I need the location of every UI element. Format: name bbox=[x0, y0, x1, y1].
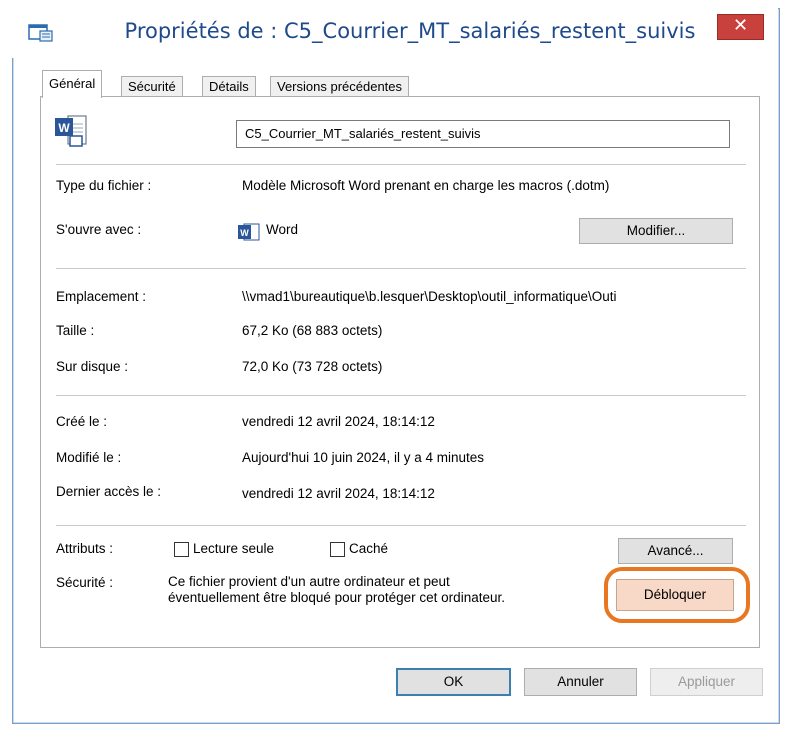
close-button[interactable]: ✕ bbox=[717, 14, 764, 40]
svg-text:W: W bbox=[240, 228, 249, 238]
security-message: Ce fichier provient d'un autre ordinateu… bbox=[168, 574, 505, 606]
file-type-value: Modèle Microsoft Word prenant en charge … bbox=[242, 178, 610, 193]
svg-text:W: W bbox=[58, 121, 70, 135]
created-value: vendredi 12 avril 2024, 18:14:12 bbox=[242, 414, 435, 429]
unblock-button[interactable]: Débloquer bbox=[616, 579, 734, 611]
readonly-label[interactable]: Lecture seule bbox=[193, 541, 274, 556]
disk-size-value: 72,0 Ko (73 728 octets) bbox=[242, 359, 383, 374]
apply-button: Appliquer bbox=[650, 668, 763, 696]
file-name-field[interactable]: C5_Courrier_MT_salariés_restent_suivis bbox=[236, 120, 730, 148]
cancel-button[interactable]: Annuler bbox=[524, 668, 637, 696]
tab-details[interactable]: Détails bbox=[202, 76, 256, 96]
modified-label: Modifié le : bbox=[56, 450, 122, 465]
size-label: Taille : bbox=[56, 323, 95, 338]
advanced-button[interactable]: Avancé... bbox=[618, 538, 733, 564]
size-value: 67,2 Ko (68 883 octets) bbox=[242, 323, 383, 338]
modified-value: Aujourd'hui 10 juin 2024, il y a 4 minut… bbox=[242, 450, 484, 465]
close-icon: ✕ bbox=[732, 15, 749, 36]
ok-button[interactable]: OK bbox=[396, 668, 511, 696]
security-message-line-1: Ce fichier provient d'un autre ordinateu… bbox=[168, 574, 450, 589]
divider bbox=[56, 268, 746, 269]
tab-previous-versions[interactable]: Versions précédentes bbox=[270, 76, 410, 96]
security-message-line-2: éventuellement être bloqué pour protéger… bbox=[168, 590, 505, 605]
title-bar: Propriétés de : C5_Courrier_MT_salariés_… bbox=[12, 8, 778, 58]
readonly-checkbox[interactable] bbox=[174, 542, 189, 557]
change-button[interactable]: Modifier... bbox=[579, 218, 733, 244]
created-label: Créé le : bbox=[56, 414, 108, 429]
divider bbox=[56, 525, 746, 526]
last-accessed-value: vendredi 12 avril 2024, 18:14:12 bbox=[242, 486, 435, 501]
hidden-checkbox[interactable] bbox=[330, 542, 345, 557]
opens-with-label: S'ouvre avec : bbox=[56, 222, 142, 237]
divider bbox=[56, 164, 746, 165]
last-accessed-label: Dernier accès le : bbox=[56, 484, 162, 499]
opens-with-value: Word bbox=[266, 222, 299, 237]
attributes-label: Attributs : bbox=[56, 541, 114, 556]
word-icon: W bbox=[238, 223, 260, 241]
word-template-icon: W bbox=[55, 115, 87, 147]
tab-security[interactable]: Sécurité bbox=[121, 76, 183, 96]
file-type-label: Type du fichier : bbox=[56, 178, 152, 193]
disk-size-label: Sur disque : bbox=[56, 359, 129, 374]
hidden-label[interactable]: Caché bbox=[349, 541, 388, 556]
location-value: \\vmad1\bureautique\b.lesquer\Desktop\ou… bbox=[242, 289, 617, 304]
window-title: Propriétés de : C5_Courrier_MT_salariés_… bbox=[124, 19, 696, 43]
location-label: Emplacement : bbox=[56, 289, 147, 304]
divider bbox=[56, 395, 746, 396]
tab-general[interactable]: Général bbox=[42, 70, 103, 98]
security-label: Sécurité : bbox=[56, 575, 114, 590]
